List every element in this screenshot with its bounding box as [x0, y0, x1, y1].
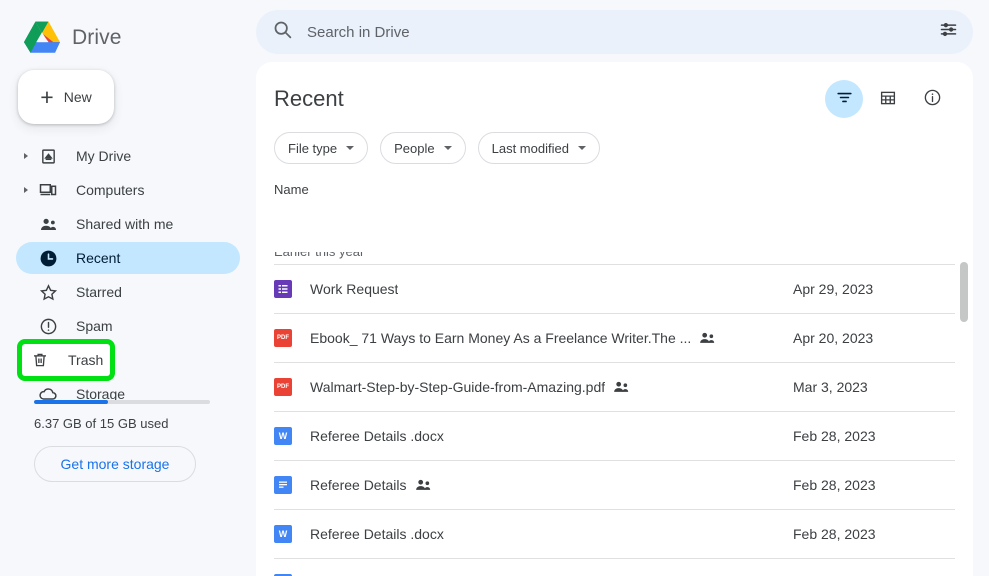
chip-last-modified[interactable]: Last modified [477, 132, 600, 164]
chip-file-type[interactable]: File type [274, 132, 369, 164]
shared-people-icon [699, 331, 716, 345]
sidebar-item-label: Recent [76, 250, 121, 266]
sidebar-item-computers[interactable]: Computers [16, 174, 240, 206]
filter-list-icon [835, 88, 854, 110]
chevron-down-icon [346, 146, 355, 150]
my-drive-icon [38, 146, 58, 166]
word-file-icon: W [274, 525, 292, 543]
filter-chips: File type People Last modified [256, 118, 973, 164]
shared-people-icon [613, 380, 630, 394]
table-row[interactable]: PDF Walmart-Step-by-Step-Guide-from-Amazi… [256, 363, 973, 411]
new-button-label: New [63, 89, 92, 105]
storage-progress-fill [34, 400, 108, 404]
table-row[interactable]: W Referee Details .docx Feb 28, 2023 [256, 412, 973, 460]
sidebar-item-label: Starred [76, 284, 122, 300]
sidebar-item-shared-with-me[interactable]: Shared with me [16, 208, 240, 240]
table-row[interactable]: W Referee Details .docx Feb 28, 2023 [256, 510, 973, 558]
shared-people-icon [415, 478, 432, 492]
trash-icon [30, 350, 50, 370]
sidebar-nav: My Drive Computers Shared with me Recent… [0, 140, 256, 410]
table-row[interactable]: HOW TO FIND SOMEONE'S ADDRESS WITH THEIR… [256, 559, 973, 576]
drive-app: Drive + New My Drive Computers Shared wi… [0, 0, 989, 576]
brand-title: Drive [72, 26, 122, 49]
pdf-file-icon: PDF [274, 378, 292, 396]
grid-view-button[interactable] [869, 80, 907, 118]
shared-with-me-icon [38, 214, 58, 234]
tune-icon[interactable] [938, 19, 959, 45]
search-icon [272, 19, 293, 45]
chevron-down-icon [443, 146, 452, 150]
header-actions [825, 80, 951, 118]
filter-list-icon-button[interactable] [825, 80, 863, 118]
sidebar: Drive + New My Drive Computers Shared wi… [0, 0, 256, 576]
new-button[interactable]: + New [18, 70, 114, 124]
content-header: Recent [256, 62, 973, 118]
google-docs-icon [274, 476, 292, 494]
chip-people[interactable]: People [380, 132, 466, 164]
file-name: Walmart-Step-by-Step-Guide-from-Amazing.… [310, 379, 606, 395]
sidebar-item-label: Trash [68, 352, 104, 368]
file-date: Mar 3, 2023 [793, 379, 868, 395]
file-date: Apr 29, 2023 [793, 281, 874, 297]
clock-icon [38, 248, 58, 268]
pdf-file-icon: PDF [274, 329, 292, 347]
file-date: Feb 28, 2023 [793, 477, 876, 493]
storage-section: 6.37 GB of 15 GB used Get more storage [34, 400, 230, 482]
sidebar-item-spam[interactable]: Spam [16, 310, 240, 342]
sidebar-item-recent[interactable]: Recent [16, 242, 240, 274]
file-date: Apr 20, 2023 [793, 330, 874, 346]
storage-usage-text: 6.37 GB of 15 GB used [34, 416, 169, 431]
sidebar-item-my-drive[interactable]: My Drive [16, 140, 240, 172]
content-panel: Recent File type People Last modified Na… [256, 62, 973, 576]
info-button[interactable] [913, 80, 951, 118]
chevron-down-icon [577, 146, 586, 150]
table-row[interactable]: Referee Details Feb 28, 2023 [256, 461, 973, 509]
sidebar-item-label: Spam [76, 318, 113, 334]
table-row[interactable]: Work Request Apr 29, 2023 [256, 265, 973, 313]
file-name: Ebook_ 71 Ways to Earn Money As a Freela… [310, 330, 692, 346]
file-date: Feb 28, 2023 [793, 428, 876, 444]
file-name: Referee Details .docx [310, 428, 444, 444]
spam-icon [38, 316, 58, 336]
plus-icon: + [40, 83, 54, 110]
computers-icon [38, 180, 58, 200]
chevron-right-icon[interactable] [24, 153, 28, 159]
file-name: Referee Details [310, 477, 407, 493]
file-date: Feb 28, 2023 [793, 526, 876, 542]
google-drive-logo-icon [22, 20, 62, 56]
file-name: Work Request [310, 281, 399, 297]
sidebar-item-label: Shared with me [76, 216, 174, 232]
column-header-name[interactable]: Name [256, 164, 973, 203]
sidebar-item-label: My Drive [76, 148, 132, 164]
sidebar-item-label: Computers [76, 182, 145, 198]
sidebar-item-trash[interactable]: Trash [17, 339, 115, 381]
chip-label: File type [288, 140, 338, 156]
chip-label: Last modified [491, 140, 569, 156]
word-file-icon: W [274, 427, 292, 445]
star-icon [38, 282, 58, 302]
brand: Drive [0, 0, 256, 60]
chip-label: People [394, 140, 435, 156]
get-more-storage-button[interactable]: Get more storage [34, 446, 196, 482]
search-bar[interactable] [256, 10, 973, 54]
vertical-scrollbar[interactable] [960, 262, 968, 322]
google-forms-icon [274, 280, 292, 298]
sidebar-item-starred[interactable]: Starred [16, 276, 240, 308]
info-icon [923, 88, 942, 110]
file-name: Referee Details .docx [310, 526, 444, 542]
main-area: Recent [256, 0, 989, 576]
grid-view-icon [879, 89, 897, 110]
group-label: Earlier this year [256, 252, 973, 259]
page-title: Recent [274, 86, 344, 111]
storage-progress-track [34, 400, 210, 404]
table-row[interactable]: PDF Ebook_ 71 Ways to Earn Money As a Fre… [256, 314, 973, 362]
chevron-right-icon[interactable] [24, 187, 28, 193]
search-input[interactable] [307, 23, 938, 41]
file-list[interactable]: Earlier this year Work Request Apr 29, 20… [256, 252, 973, 576]
